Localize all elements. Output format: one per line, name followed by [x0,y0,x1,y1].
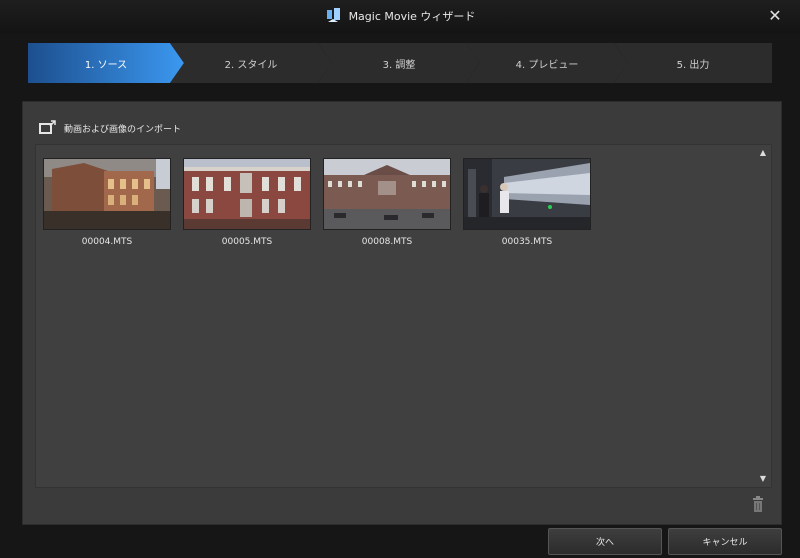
magic-movie-icon [326,8,340,22]
step-adjust-label: 3. 調整 [382,59,416,71]
step-preview-label: 4. プレビュー [515,59,579,71]
media-thumbnail [43,158,171,230]
media-thumbnail [463,158,591,230]
wizard-steps: 1. ソース 2. スタイル 3. 調整 4. プレビュー 5. 出力 [28,43,772,83]
window-title: Magic Movie ウィザード [348,10,476,23]
media-filename: 00005.MTS [221,237,273,247]
cancel-button[interactable]: キャンセル [668,528,782,555]
trash-icon[interactable] [753,496,763,512]
title-wrap: Magic Movie ウィザード [0,6,800,26]
step-adjust[interactable]: 3. 調整 [318,43,480,83]
close-button[interactable]: ✕ [766,6,784,26]
media-item[interactable]: 00035.MTS [463,158,591,247]
step-source-label: 1. ソース [84,59,128,71]
media-filename: 00008.MTS [361,237,413,247]
media-filename: 00035.MTS [501,237,553,247]
step-style[interactable]: 2. スタイル [170,43,332,83]
step-source[interactable]: 1. ソース [28,43,184,83]
import-panel: 動画および画像のインポート 00004.MTS 00005.MTS 00008.… [22,101,782,525]
media-filename: 00004.MTS [81,237,133,247]
next-button[interactable]: 次へ [548,528,662,555]
media-thumbnail [183,158,311,230]
media-item[interactable]: 00004.MTS [43,158,171,247]
import-media-icon [39,120,56,134]
section-title: 動画および画像のインポート [64,124,182,135]
step-output-label: 5. 出力 [676,59,710,71]
scroll-down-arrow-icon[interactable]: ▼ [758,474,768,484]
title-bar: Magic Movie ウィザード ✕ [0,0,800,34]
media-library[interactable]: 00004.MTS 00005.MTS 00008.MTS 00035.MTS … [35,144,772,488]
section-header: 動画および画像のインポート [38,119,181,137]
media-thumbnail [323,158,451,230]
step-preview[interactable]: 4. プレビュー [466,43,628,83]
vertical-scrollbar[interactable]: ▲ ▼ [755,145,771,487]
step-style-label: 2. スタイル [224,59,278,71]
step-output[interactable]: 5. 出力 [614,43,772,83]
scroll-up-arrow-icon[interactable]: ▲ [758,148,768,158]
media-item[interactable]: 00005.MTS [183,158,311,247]
media-item[interactable]: 00008.MTS [323,158,451,247]
